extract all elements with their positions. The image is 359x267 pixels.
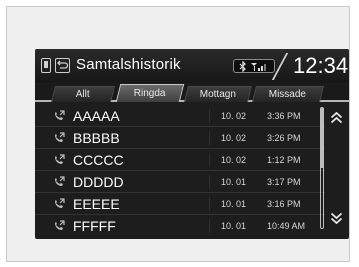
scrollbar[interactable] xyxy=(320,107,324,229)
double-chevron-up-icon[interactable] xyxy=(330,112,343,124)
list-item[interactable]: AAAAA 10. 02 3:36 PM xyxy=(35,105,325,127)
contact-name: EEEEE xyxy=(73,196,120,212)
tab-allt[interactable]: Allt xyxy=(51,86,115,102)
column-divider xyxy=(209,131,210,145)
call-list: AAAAA 10. 02 3:36 PM BBBBB 10. 02 3:26 P… xyxy=(35,105,325,239)
title-bar: Samtalshistorik 12:34 xyxy=(35,49,349,83)
outgoing-call-icon xyxy=(55,132,65,142)
scroll-thumb[interactable] xyxy=(321,108,323,168)
contact-name: BBBBB xyxy=(73,130,120,146)
column-divider xyxy=(209,109,210,123)
call-date: 10. 01 xyxy=(221,199,247,209)
tab-label: Ringda xyxy=(133,88,166,99)
outgoing-call-icon xyxy=(55,176,65,186)
outgoing-call-icon xyxy=(55,154,65,164)
call-time: 3:17 PM xyxy=(267,177,301,187)
call-date: 10. 01 xyxy=(221,177,247,187)
call-time: 1:12 PM xyxy=(267,155,301,165)
list-item[interactable]: CCCCC 10. 02 1:12 PM xyxy=(35,149,325,171)
call-time: 3:16 PM xyxy=(267,199,301,209)
tab-bar: Allt Ringda Mottagn Missade xyxy=(35,84,349,102)
outgoing-call-icon xyxy=(55,198,65,208)
contact-name: FFFFF xyxy=(73,218,116,234)
outgoing-call-icon xyxy=(55,220,65,230)
tab-ringda[interactable]: Ringda xyxy=(115,84,185,102)
call-time: 3:26 PM xyxy=(267,133,301,143)
clock: 12:34 xyxy=(293,53,349,78)
contact-name: DDDDD xyxy=(73,174,124,190)
call-date: 10. 02 xyxy=(221,155,247,165)
tab-label: Allt xyxy=(75,89,90,100)
list-item[interactable]: DDDDD 10. 01 3:17 PM xyxy=(35,171,325,193)
list-item[interactable]: FFFFF 10. 01 10:49 AM xyxy=(35,215,325,237)
column-divider xyxy=(209,197,210,211)
page-title: Samtalshistorik xyxy=(76,56,181,73)
contact-name: AAAAA xyxy=(73,108,120,124)
status-indicator xyxy=(233,59,275,73)
call-date: 10. 02 xyxy=(221,111,247,121)
call-date: 10. 01 xyxy=(221,221,247,231)
column-divider xyxy=(209,175,210,189)
tab-mottagn[interactable]: Mottagn xyxy=(184,86,252,102)
back-arrow-icon[interactable] xyxy=(55,58,70,73)
signal-strength-icon xyxy=(251,63,266,71)
call-date: 10. 02 xyxy=(221,133,247,143)
call-time: 10:49 AM xyxy=(267,221,306,231)
contact-name: CCCCC xyxy=(73,152,124,168)
list-item[interactable]: EEEEE 10. 01 3:16 PM xyxy=(35,193,325,215)
figure-frame: Samtalshistorik 12:34 Allt Ringda Mottag… xyxy=(6,6,350,262)
call-time: 3:36 PM xyxy=(267,111,301,121)
column-divider xyxy=(209,153,210,167)
tab-label: Mottagn xyxy=(199,89,236,100)
tab-label: Missade xyxy=(269,89,307,100)
column-divider xyxy=(209,219,210,233)
phone-icon xyxy=(41,58,51,73)
list-item[interactable]: BBBBB 10. 02 3:26 PM xyxy=(35,127,325,149)
phone-screen: Samtalshistorik 12:34 Allt Ringda Mottag… xyxy=(35,49,349,239)
double-chevron-down-icon[interactable] xyxy=(330,212,343,224)
tab-missade[interactable]: Missade xyxy=(252,86,324,102)
outgoing-call-icon xyxy=(55,110,65,120)
bluetooth-icon xyxy=(239,61,246,72)
